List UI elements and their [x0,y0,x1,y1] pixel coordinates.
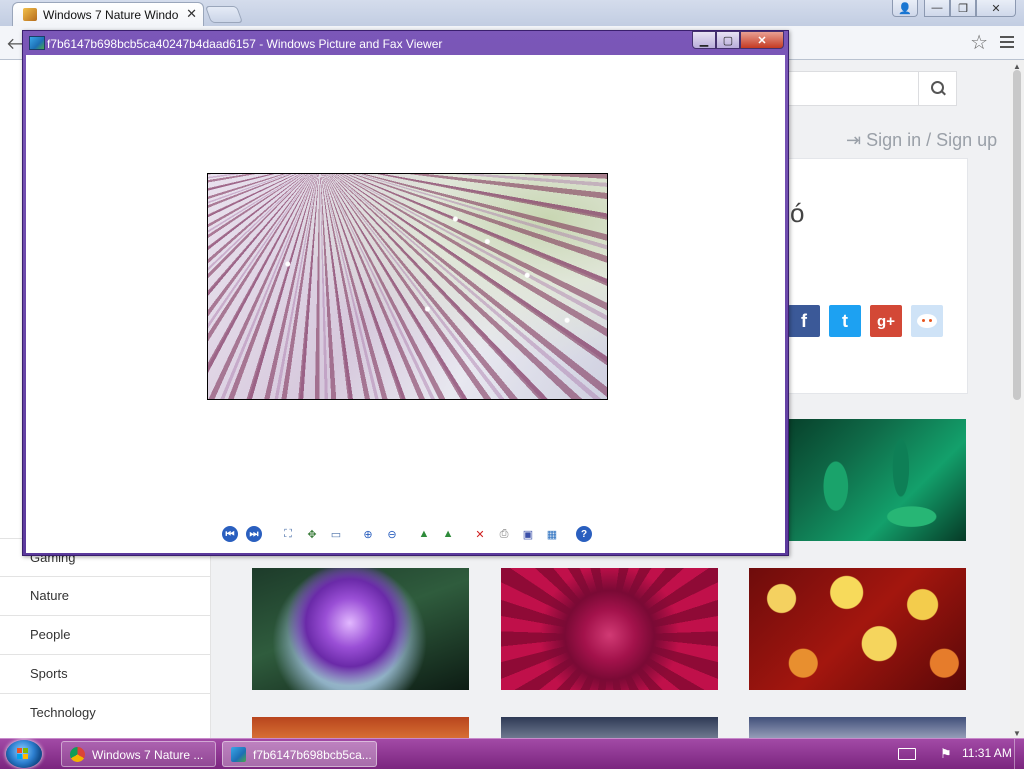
delete-icon[interactable]: ✕ [472,526,488,542]
sidebar-item-label: People [30,627,71,642]
sidebar-item-label: Technology [30,705,96,720]
windows-taskbar: Windows 7 Nature ... f7b6147b698bcb5ca..… [0,738,1024,769]
taskbar-item-label: f7b6147b698bcb5ca... [253,748,371,762]
best-fit-icon[interactable]: ⛶ [280,526,296,542]
taskbar-item-browser[interactable]: Windows 7 Nature ... [61,741,216,767]
facebook-share-button[interactable]: f [788,305,820,337]
wallpaper-thumbnail[interactable] [749,568,966,690]
tab-title: Windows 7 Nature Windo [43,8,179,22]
scroll-down-icon[interactable]: ▼ [1013,729,1021,738]
keyboard-icon[interactable] [898,748,916,760]
next-image-icon[interactable]: ⏭ [246,526,262,542]
sidebar-item-label: Sports [30,666,68,681]
viewer-title: f7b6147b698bcb5ca40247b4daad6157 - Windo… [47,37,443,51]
wallpaper-thumbnail[interactable] [252,568,469,690]
network-icon[interactable]: ⚑ [940,746,952,762]
new-tab-button[interactable] [204,6,244,23]
slideshow-icon[interactable]: ▭ [328,526,344,542]
card-title-fragment: ó [790,198,805,228]
sign-in-label: Sign in / Sign up [866,130,998,150]
wallpaper-thumbnail[interactable] [252,717,469,740]
tab-favicon-icon [23,8,37,21]
open-for-editing-icon[interactable]: ▦ [544,526,560,542]
facebook-icon: f [801,310,807,331]
zoom-out-icon[interactable]: ⊖ [384,526,400,542]
sidebar-item-nature[interactable]: Nature [0,576,210,614]
browser-window-controls: 👤 — ❐ ✕ [892,0,1016,18]
googleplus-share-button[interactable]: g+ [870,305,902,337]
sidebar-item-technology[interactable]: Technology [0,693,210,731]
search-button[interactable] [918,71,957,106]
sidebar-item-sports[interactable]: Sports [0,654,210,692]
show-desktop-button[interactable] [1014,739,1024,769]
viewer-titlebar[interactable]: f7b6147b698bcb5ca40247b4daad6157 - Windo… [23,31,788,55]
close-button[interactable]: ✕ [976,0,1016,17]
start-button[interactable] [6,740,42,768]
user-profile-icon[interactable]: 👤 [892,0,918,17]
rotate-clockwise-icon[interactable]: ▲ [416,526,432,542]
print-icon[interactable]: ⎙ [496,526,512,542]
viewer-maximize-button[interactable]: ▢ [716,31,740,49]
rotate-counterclockwise-icon[interactable]: ▲ [440,526,456,542]
minimize-button[interactable]: — [924,0,950,17]
reddit-share-button[interactable] [911,305,943,337]
actual-size-icon[interactable]: ✥ [304,526,320,542]
viewer-canvas: ⏮ ⏭ ⛶ ✥ ▭ ⊕ ⊖ ▲ ▲ ✕ ⎙ ▣ ▦? [26,55,785,553]
bookmark-star-icon[interactable]: ☆ [970,30,988,55]
picture-viewer-icon [29,36,45,50]
picture-viewer-window: f7b6147b698bcb5ca40247b4daad6157 - Windo… [22,30,789,556]
googleplus-icon: g+ [877,312,895,330]
zoom-in-icon[interactable]: ⊕ [360,526,376,542]
scrollbar-thumb[interactable] [1013,70,1021,400]
viewer-close-button[interactable]: ✕ [740,31,784,49]
sidebar-item-label: Nature [30,588,70,603]
browser-tab[interactable]: Windows 7 Nature Windo ✕ [12,2,204,26]
wallpaper-info-card [788,158,968,394]
help-icon[interactable]: ? [576,526,592,542]
tab-close-icon[interactable]: ✕ [186,6,197,22]
taskbar-item-picture-viewer[interactable]: f7b6147b698bcb5ca... [222,741,377,767]
tab-strip: Windows 7 Nature Windo ✕ 👤 — ❐ ✕ [0,0,1024,26]
chrome-icon [70,747,85,762]
wallpaper-thumbnail[interactable] [501,568,718,690]
reddit-icon [917,314,937,328]
wallpaper-thumbnail[interactable] [501,717,718,740]
page-scrollbar[interactable]: ▲ ▼ [1010,60,1024,740]
twitter-icon: t [842,310,848,331]
twitter-share-button[interactable]: t [829,305,861,337]
windows-logo-icon [17,748,29,759]
system-clock[interactable]: 11:31 AM [962,746,1012,760]
sidebar-item-people[interactable]: People [0,615,210,653]
sign-in-link[interactable]: ⇥ Sign in / Sign up [846,130,997,151]
picture-viewer-icon [231,747,246,762]
wallpaper-thumbnail[interactable] [749,717,966,740]
viewer-minimize-button[interactable]: ▁ [692,31,716,49]
displayed-photo [207,173,608,400]
maximize-button[interactable]: ❐ [950,0,976,17]
previous-image-icon[interactable]: ⏮ [222,526,238,542]
browser-menu-icon[interactable] [1000,33,1014,51]
save-icon[interactable]: ▣ [520,526,536,542]
taskbar-item-label: Windows 7 Nature ... [92,748,204,762]
search-input[interactable] [780,71,919,106]
